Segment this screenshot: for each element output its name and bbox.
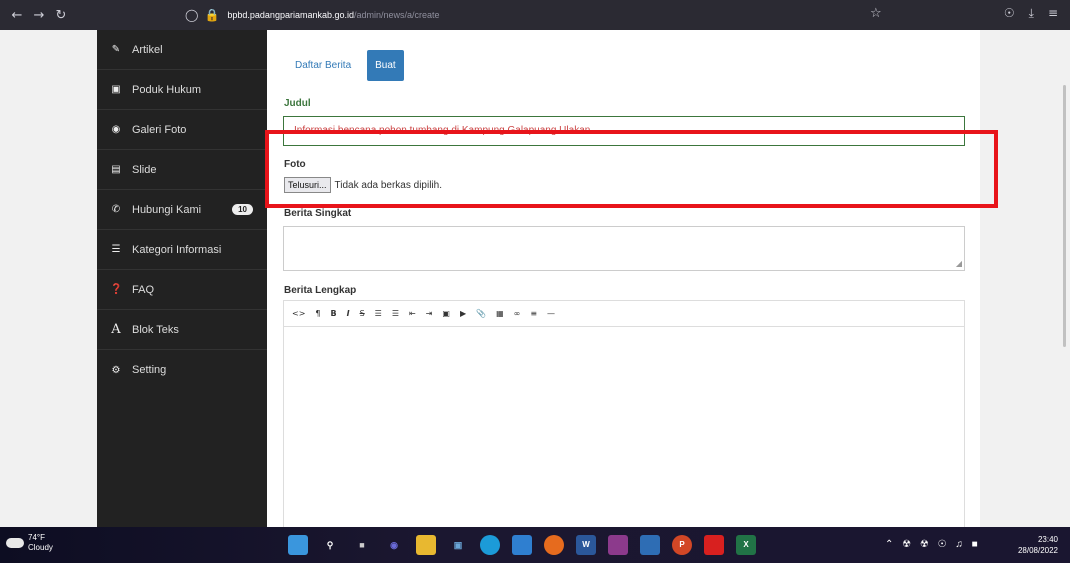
list-icon: ☰ (111, 244, 121, 255)
admin-sidebar: ✎ Artikel ▣ Poduk Hukum ◉ Galeri Foto ▤ Slid… (97, 30, 267, 527)
italic-icon[interactable]: I (347, 309, 350, 318)
rich-text-editor[interactable]: <> ¶ B I S ☰ ☰ ⇤ ⇥ ▣ ▶ 📎 ▦ ∞ ≡ — (283, 300, 965, 527)
windows-taskbar: 74°F Cloudy ⚲ ■ ◉ ▣ W P X ⌃ ☢ ☢ ☉ ♫ ■ 23:… (0, 527, 1070, 563)
task-view-icon[interactable]: ■ (352, 535, 372, 555)
table-icon[interactable]: ▦ (496, 309, 504, 318)
system-tray[interactable]: ⌃ ☢ ☢ ☉ ♫ ■ (885, 539, 981, 550)
sidebar-item-label: Galeri Foto (132, 123, 187, 136)
pencil-icon: ✎ (111, 44, 121, 55)
insert-image-icon[interactable]: ▣ (442, 309, 450, 318)
shield-icon[interactable]: ◯ (185, 8, 198, 22)
sidebar-item-artikel[interactable]: ✎ Artikel (97, 30, 267, 70)
main-content: Daftar Berita Buat Judul Informasi benca… (267, 30, 980, 527)
sidebar-item-label: Setting (132, 364, 167, 376)
time-text: 23:40 (1037, 535, 1058, 544)
url-host: bpbd.padangpariamankab.go.id (227, 10, 354, 20)
outdent-icon[interactable]: ⇤ (409, 309, 416, 318)
judul-label: Judul (284, 98, 311, 109)
berita-singkat-label: Berita Singkat (284, 208, 352, 219)
sidebar-item-blok-teks[interactable]: A Blok Teks (97, 310, 267, 350)
temperature-text: 74°F (28, 533, 45, 542)
sidebar-item-setting[interactable]: ⚙ Setting (97, 350, 267, 390)
berita-singkat-textarea[interactable]: ◢ (283, 226, 965, 271)
align-icon[interactable]: ≡ (530, 309, 537, 318)
code-view-icon[interactable]: <> (292, 309, 305, 318)
search-icon[interactable]: ⚲ (320, 535, 340, 555)
news-tabs: Daftar Berita Buat (285, 50, 404, 81)
pocket-icon[interactable]: ☉ (1004, 6, 1015, 21)
winrar-icon[interactable] (608, 535, 628, 555)
file-explorer-icon[interactable] (416, 535, 436, 555)
address-bar[interactable]: ◯ 🔒 bpbd.padangpariamankab.go.id/admin/ne… (185, 4, 900, 26)
phone-icon: ✆ (111, 204, 121, 215)
sidebar-item-faq[interactable]: ❓ FAQ (97, 270, 267, 310)
reload-icon[interactable]: ↻ (50, 8, 72, 23)
horizontal-rule-icon[interactable]: — (547, 309, 555, 318)
excel-icon[interactable]: X (736, 535, 756, 555)
tab-daftar-berita[interactable]: Daftar Berita (285, 50, 361, 81)
insert-video-icon[interactable]: ▶ (460, 309, 466, 318)
back-icon[interactable]: ← (6, 8, 28, 23)
clock[interactable]: 23:40 28/08/2022 (1018, 534, 1058, 556)
forward-icon[interactable]: → (28, 8, 50, 23)
unordered-list-icon[interactable]: ☰ (375, 309, 382, 318)
sidebar-item-label: Artikel (132, 43, 163, 56)
question-icon: ❓ (110, 284, 123, 295)
strikethrough-icon[interactable]: S (360, 309, 365, 318)
acrobat-icon[interactable] (704, 535, 724, 555)
sidebar-item-label: Kategori Informasi (132, 243, 222, 256)
word-icon[interactable]: W (576, 535, 596, 555)
link-icon[interactable]: ∞ (514, 309, 521, 318)
meet-icon[interactable]: ◉ (384, 535, 404, 555)
bookmark-star-icon[interactable]: ☆ (870, 6, 882, 21)
image-icon: ▤ (111, 164, 121, 175)
camera-icon: ◉ (111, 124, 121, 135)
ordered-list-icon[interactable]: ☰ (392, 309, 399, 318)
edge-icon[interactable] (480, 535, 500, 555)
bold-icon[interactable]: B (331, 309, 337, 318)
attach-icon[interactable]: 📎 (476, 309, 486, 318)
paragraph-icon[interactable]: ¶ (315, 309, 320, 318)
store-icon[interactable] (512, 535, 532, 555)
sidebar-item-label: Blok Teks (132, 323, 179, 336)
sidebar-item-label: Slide (132, 163, 157, 176)
page-scrollbar[interactable] (1063, 85, 1066, 347)
weather-widget[interactable]: 74°F Cloudy (6, 533, 53, 553)
sidebar-item-produk-hukum[interactable]: ▣ Poduk Hukum (97, 70, 267, 110)
sidebar-item-slide[interactable]: ▤ Slide (97, 150, 267, 190)
tab-buat[interactable]: Buat (367, 50, 404, 81)
date-text: 28/08/2022 (1017, 546, 1058, 555)
sidebar-item-label: FAQ (132, 283, 155, 296)
font-icon: A (111, 322, 121, 337)
red-highlight-box (265, 130, 998, 208)
download-icon[interactable]: ⤓ (1029, 6, 1034, 21)
photos-icon[interactable]: ▣ (448, 535, 468, 555)
sidebar-item-kategori-informasi[interactable]: ☰ Kategori Informasi (97, 230, 267, 270)
sidebar-item-label: Hubungi Kami (132, 203, 202, 216)
gear-icon: ⚙ (111, 364, 121, 376)
indent-icon[interactable]: ⇥ (426, 309, 433, 318)
windows-start-icon[interactable] (288, 535, 308, 555)
image-viewer-icon[interactable] (640, 535, 660, 555)
save-icon: ▣ (111, 84, 121, 95)
menu-icon[interactable]: ≡ (1048, 6, 1058, 21)
message-count-badge: 10 (232, 204, 253, 215)
resize-grip-icon[interactable]: ◢ (956, 259, 962, 268)
weather-text: Cloudy (28, 543, 53, 552)
sidebar-item-hubungi-kami[interactable]: ✆ Hubungi Kami 10 (97, 190, 267, 230)
lock-icon[interactable]: 🔒 (204, 8, 219, 22)
firefox-icon[interactable] (544, 535, 564, 555)
page-gutter-right (980, 30, 1070, 527)
cloud-icon (6, 538, 24, 548)
browser-toolbar: ← → ↻ ◯ 🔒 bpbd.padangpariamankab.go.id/ad… (0, 0, 1070, 30)
sidebar-item-galeri-foto[interactable]: ◉ Galeri Foto (97, 110, 267, 150)
editor-toolbar: <> ¶ B I S ☰ ☰ ⇤ ⇥ ▣ ▶ 📎 ▦ ∞ ≡ — (284, 301, 964, 327)
powerpoint-icon[interactable]: P (672, 535, 692, 555)
page-gutter-left (0, 30, 97, 527)
berita-lengkap-label: Berita Lengkap (284, 285, 357, 296)
sidebar-item-label: Poduk Hukum (132, 83, 202, 96)
url-path: /admin/news/a/create (354, 10, 440, 20)
